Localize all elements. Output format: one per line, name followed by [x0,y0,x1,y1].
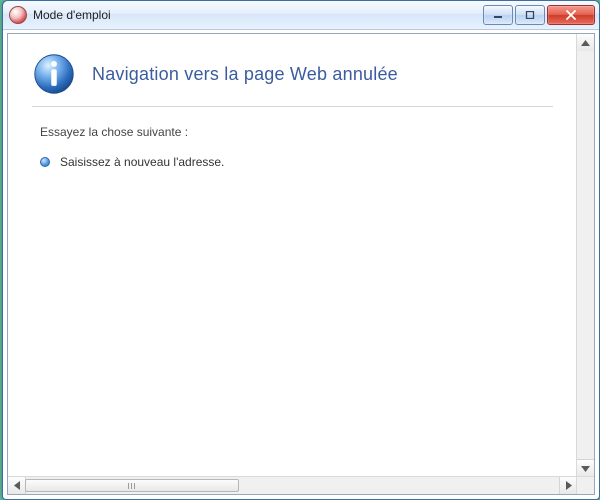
scroll-down-button[interactable] [577,459,594,477]
minimize-button[interactable] [483,5,513,25]
error-page: Navigation vers la page Web annulée Essa… [8,34,577,202]
page-heading: Navigation vers la page Web annulée [92,64,398,85]
viewport: Navigation vers la page Web annulée Essa… [8,34,577,477]
window-frame: Mode d'emploi [2,0,600,500]
close-button[interactable] [547,5,595,25]
app-icon [9,6,27,24]
vertical-scrollbar[interactable] [576,34,594,477]
maximize-button[interactable] [515,5,545,25]
horizontal-scroll-track[interactable] [25,479,560,492]
scroll-right-button[interactable] [559,477,577,494]
vertical-scroll-track[interactable] [577,51,594,460]
divider [32,106,553,107]
suggestion-list: Saisissez à nouveau l'adresse. [32,153,553,172]
intro-text: Essayez la chose suivante : [40,125,553,139]
horizontal-scroll-thumb[interactable] [25,479,239,492]
horizontal-scrollbar[interactable] [8,476,577,494]
scroll-corner [576,476,594,494]
client-area: Navigation vers la page Web annulée Essa… [7,33,595,495]
list-item: Saisissez à nouveau l'adresse. [60,153,553,172]
window-title: Mode d'emploi [33,8,483,22]
header-row: Navigation vers la page Web annulée [32,52,553,96]
titlebar[interactable]: Mode d'emploi [3,1,599,30]
info-icon [32,52,76,96]
scroll-left-button[interactable] [8,477,26,494]
scroll-up-button[interactable] [577,34,594,52]
window-controls [483,5,595,25]
